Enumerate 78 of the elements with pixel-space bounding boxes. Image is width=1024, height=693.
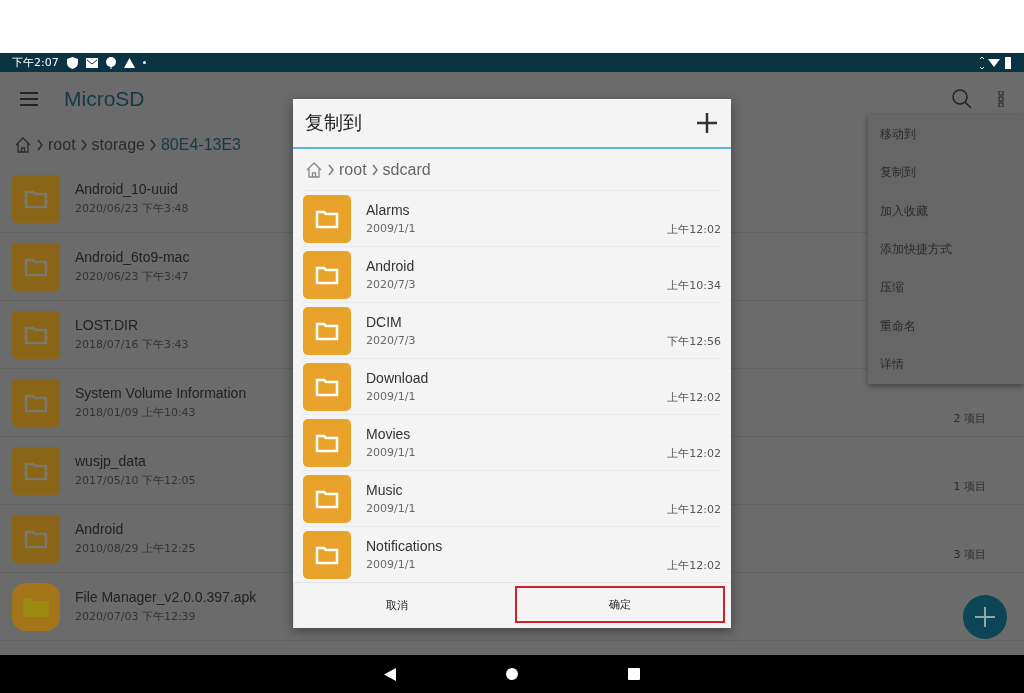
system-icons	[978, 56, 1012, 69]
folder-date: 2009/1/1	[366, 390, 416, 403]
triangle-icon	[123, 57, 135, 68]
folder-name: Notifications	[366, 538, 443, 554]
folder-name: Android	[366, 258, 415, 274]
menu-icon[interactable]	[20, 91, 38, 106]
chevron-icon	[370, 163, 379, 176]
folder-icon	[303, 530, 351, 579]
folder-row[interactable]: DCIM 2020/7/3 下午12:56	[303, 302, 721, 358]
chevron-icon	[79, 139, 88, 151]
folder-icon	[303, 306, 351, 355]
dialog-button[interactable]: 取消	[293, 583, 501, 628]
folder-icon	[12, 446, 60, 495]
chevron-icon	[36, 139, 44, 151]
folder-icon	[303, 418, 351, 467]
folder-icon	[12, 514, 60, 563]
folder-time: 下午12:56	[667, 334, 721, 349]
status-time: 下午2:07	[12, 55, 59, 70]
search-icon[interactable]	[952, 88, 972, 109]
plus-icon	[975, 607, 995, 627]
file-name: wusjp_data	[75, 453, 146, 469]
folder-date: 2009/1/1	[366, 222, 416, 235]
folder-icon	[12, 378, 60, 427]
file-name: Android_6to9-mac	[75, 249, 190, 265]
folder-icon	[12, 174, 60, 223]
chat-bubble-icon	[105, 56, 116, 69]
folder-icon	[12, 242, 60, 291]
folder-time: 上午12:02	[667, 222, 721, 237]
folder-icon	[12, 310, 60, 359]
back-icon[interactable]	[384, 667, 396, 681]
folder-date: 2020/7/3	[366, 334, 416, 347]
folder-name: Movies	[366, 426, 411, 442]
file-name: Android	[75, 521, 124, 537]
more-icon[interactable]	[998, 90, 1004, 107]
chevron-icon	[327, 163, 335, 176]
file-name: Android_10-uuid	[75, 181, 178, 197]
folder-date: 2009/1/1	[366, 502, 416, 515]
file-name: LOST.DIR	[75, 317, 138, 333]
folder-time: 上午12:02	[667, 390, 721, 405]
breadcrumb-item[interactable]: root	[339, 160, 367, 179]
folder-row[interactable]: Movies 2009/1/1 上午12:02	[303, 414, 721, 470]
folder-row[interactable]: Music 2009/1/1 上午12:02	[303, 470, 721, 526]
folder-row[interactable]: Android 2020/7/3 上午10:34	[303, 246, 721, 302]
shield-icon	[66, 56, 78, 69]
recents-icon[interactable]	[628, 668, 640, 680]
home-icon[interactable]	[305, 160, 323, 179]
folder-time: 上午12:02	[667, 558, 721, 573]
folder-date: 2009/1/1	[366, 558, 416, 571]
folder-date: 2020/7/3	[366, 278, 416, 291]
folder-date: 2009/1/1	[366, 446, 416, 459]
home-icon[interactable]	[14, 136, 32, 154]
folder-name: Alarms	[366, 202, 410, 218]
folder-app-icon	[12, 582, 60, 631]
folder-time: 上午12:02	[667, 446, 721, 461]
chevron-icon	[148, 139, 157, 151]
folder-name: DCIM	[366, 314, 402, 330]
home-button-icon[interactable]	[506, 668, 518, 680]
folder-name: Download	[366, 370, 429, 386]
file-name: File Manager_v2.0.0.397.apk	[75, 589, 257, 605]
plus-icon[interactable]	[697, 113, 717, 133]
folder-time: 上午12:02	[667, 502, 721, 517]
folder-icon	[303, 194, 351, 243]
folder-row[interactable]: Alarms 2009/1/1 上午12:02	[303, 190, 721, 246]
folder-time: 上午10:34	[667, 278, 721, 293]
mail-icon	[85, 57, 98, 68]
add-button[interactable]	[963, 595, 1007, 639]
folder-row[interactable]: Notifications 2009/1/1 上午12:02	[303, 526, 721, 582]
folder-icon	[303, 362, 351, 411]
app-title: MicroSD	[64, 86, 145, 111]
dialog-title: 复制到	[305, 110, 362, 135]
folder-name: Music	[366, 482, 403, 498]
dialog-button[interactable]: 确定	[514, 586, 725, 623]
folder-row[interactable]: Download 2009/1/1 上午12:02	[303, 358, 721, 414]
file-name: System Volume Information	[75, 385, 247, 401]
breadcrumb-item[interactable]: sdcard	[382, 160, 431, 179]
folder-icon	[303, 250, 351, 299]
folder-icon	[303, 474, 351, 523]
dot-icon	[142, 61, 146, 64]
